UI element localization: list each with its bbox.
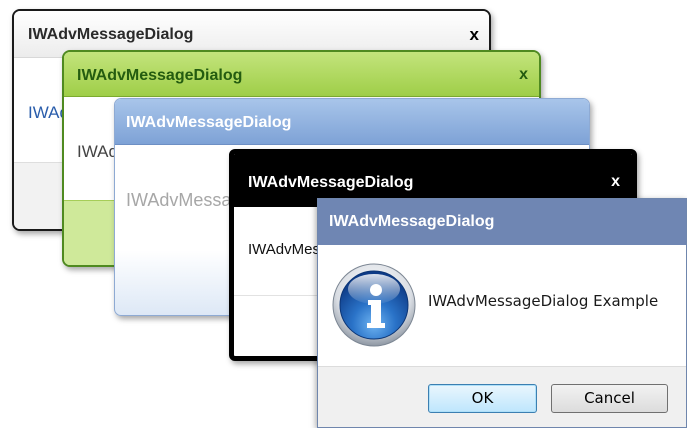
dialog-title: IWAdvMessageDialog	[126, 114, 292, 131]
dialog-title: IWAdvMessageDialog	[77, 67, 243, 84]
dialog-titlebar[interactable]: IWAdvMessageDialog	[115, 99, 589, 145]
close-icon[interactable]: x	[470, 26, 479, 43]
ok-button[interactable]: OK	[428, 384, 537, 413]
dialog-title: IWAdvMessageDialog	[329, 213, 495, 230]
dialog-message: IWAdvMessageDialog Example	[428, 292, 659, 310]
cancel-button[interactable]: Cancel	[551, 384, 668, 413]
dialog-titlebar[interactable]: IWAdvMessageDialog x	[64, 52, 539, 97]
close-icon[interactable]: x	[519, 67, 528, 83]
close-icon[interactable]: x	[611, 174, 620, 190]
dialog-titlebar[interactable]: IWAdvMessageDialog	[318, 199, 686, 245]
dialog-title: IWAdvMessageDialog	[248, 174, 414, 191]
info-icon	[332, 263, 416, 347]
dialog-title: IWAdvMessageDialog	[28, 26, 194, 43]
message-dialog-front: IWAdvMessageDialog IWAdvMessageDialog Ex	[317, 198, 687, 428]
